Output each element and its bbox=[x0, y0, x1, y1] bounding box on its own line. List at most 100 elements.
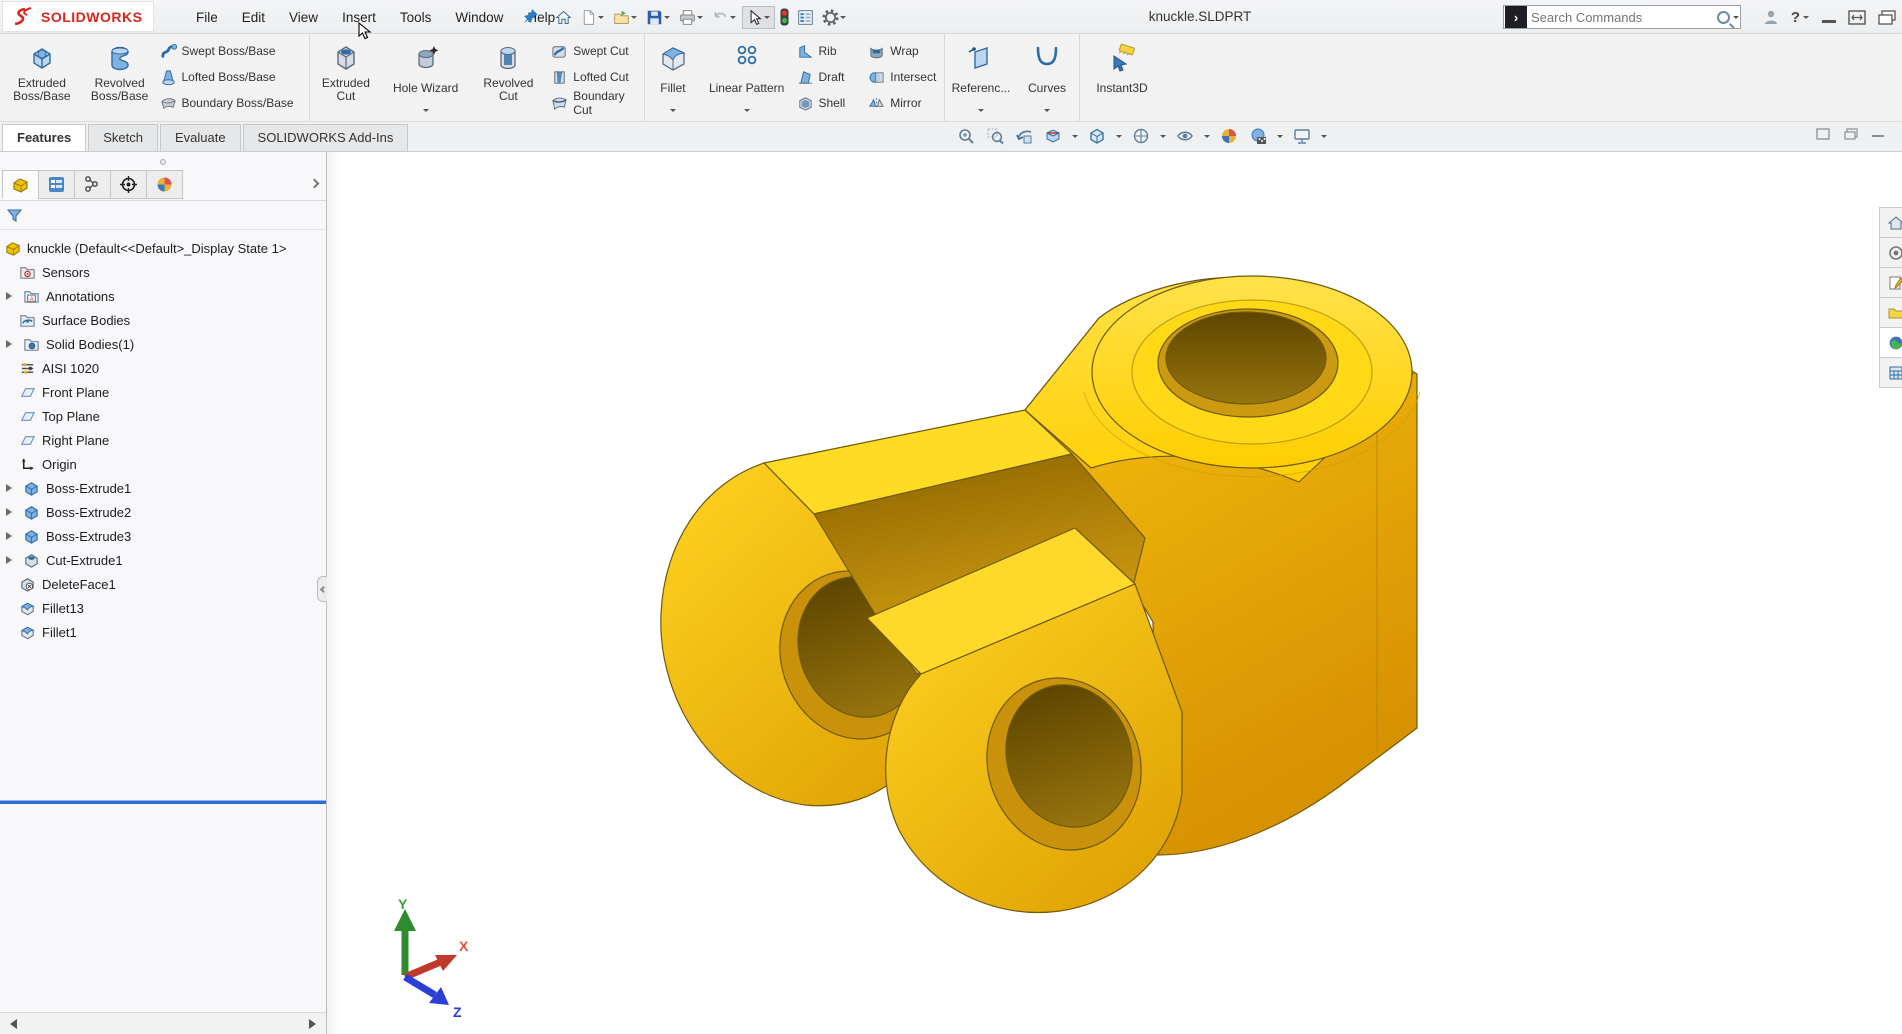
draft-button[interactable]: Draft bbox=[793, 66, 865, 88]
wrap-button[interactable]: Wrap bbox=[864, 40, 944, 62]
taskpane-custom-properties-tab[interactable] bbox=[1879, 357, 1902, 388]
view-settings-icon[interactable] bbox=[1291, 125, 1313, 147]
curves-button[interactable]: Curves bbox=[1017, 34, 1077, 122]
hide-show-items-dropdown[interactable] bbox=[1204, 135, 1210, 141]
hole-wizard-dropdown[interactable] bbox=[423, 109, 429, 115]
sign-in-icon[interactable] bbox=[1763, 9, 1779, 25]
home-button[interactable] bbox=[552, 7, 575, 28]
linear-pattern-button[interactable]: Linear Pattern bbox=[701, 34, 793, 122]
section-view-dropdown[interactable] bbox=[1072, 135, 1078, 141]
search-icon[interactable] bbox=[1717, 11, 1730, 24]
taskpane-resources-tab[interactable] bbox=[1879, 237, 1902, 268]
lofted-boss-base-button[interactable]: Lofted Boss/Base bbox=[156, 66, 310, 88]
displaymanager-tab[interactable] bbox=[146, 170, 183, 199]
menu-edit[interactable]: Edit bbox=[232, 6, 275, 29]
taskpane-home-tab[interactable] bbox=[1879, 207, 1902, 238]
fillet-button[interactable]: Fillet bbox=[645, 34, 701, 122]
scroll-left-arrow[interactable] bbox=[5, 1019, 17, 1029]
featuremanager-tab[interactable] bbox=[2, 170, 39, 199]
tree-item-surface-bodies[interactable]: Surface Bodies bbox=[0, 308, 326, 332]
extruded-boss-base-button[interactable]: ExtrudedBoss/Base bbox=[0, 34, 84, 122]
instant3d-button[interactable]: Instant3D bbox=[1080, 34, 1164, 122]
apply-scene-dropdown[interactable] bbox=[1277, 135, 1283, 141]
hide-show-items-icon[interactable] bbox=[1174, 125, 1196, 147]
tree-item-fillet1[interactable]: Fillet1 bbox=[0, 620, 326, 644]
restore-button[interactable] bbox=[1848, 10, 1866, 25]
view-settings-dropdown[interactable] bbox=[1321, 135, 1327, 141]
tree-item-boss-extrude1[interactable]: Boss-Extrude1 bbox=[0, 476, 326, 500]
reference-geometry-button[interactable]: Referenc... bbox=[945, 34, 1017, 122]
scroll-right-arrow[interactable] bbox=[309, 1019, 321, 1029]
taskpane-file-explorer-tab[interactable] bbox=[1879, 297, 1902, 328]
revolved-cut-button[interactable]: RevolvedCut bbox=[470, 34, 548, 122]
pin-icon[interactable] bbox=[523, 8, 539, 29]
display-style-dropdown[interactable] bbox=[1160, 135, 1166, 141]
section-view-icon[interactable] bbox=[1042, 125, 1064, 147]
mirror-button[interactable]: Mirror bbox=[864, 92, 944, 114]
previous-view-icon[interactable] bbox=[1013, 125, 1035, 147]
tree-item-origin[interactable]: Origin bbox=[0, 452, 326, 476]
tree-item-annotations[interactable]: AAnnotations bbox=[0, 284, 326, 308]
tree-item-boss-extrude3[interactable]: Boss-Extrude3 bbox=[0, 524, 326, 548]
display-pane-button[interactable] bbox=[794, 7, 817, 28]
hole-wizard-button[interactable]: Hole Wizard bbox=[382, 34, 470, 122]
view-orientation-dropdown[interactable] bbox=[1116, 135, 1122, 141]
undo-button[interactable] bbox=[709, 7, 740, 28]
model-knuckle[interactable] bbox=[327, 152, 1902, 1034]
apply-scene-icon[interactable] bbox=[1247, 125, 1269, 147]
new-document-button[interactable] bbox=[577, 7, 608, 28]
reference-geometry-dropdown[interactable] bbox=[978, 109, 984, 115]
tree-item-fillet13[interactable]: Fillet13 bbox=[0, 596, 326, 620]
tab-solidworks-add-ins[interactable]: SOLIDWORKS Add-Ins bbox=[243, 124, 409, 151]
help-button[interactable]: ? bbox=[1791, 9, 1810, 26]
tree-root-knuckle[interactable]: knuckle (Default<<Default>_Display State… bbox=[0, 236, 326, 260]
view-orientation-icon[interactable] bbox=[1086, 125, 1108, 147]
swept-boss-base-button[interactable]: Swept Boss/Base bbox=[156, 40, 310, 62]
menu-file[interactable]: File bbox=[186, 6, 228, 29]
search-input[interactable] bbox=[1531, 10, 1717, 25]
save-button[interactable] bbox=[643, 7, 674, 28]
panel-collapse-tab[interactable] bbox=[317, 576, 327, 602]
configurationmanager-tab[interactable] bbox=[74, 170, 111, 199]
dimxpertmanager-tab[interactable] bbox=[110, 170, 147, 199]
curves-dropdown[interactable] bbox=[1044, 109, 1050, 115]
search-scope-icon[interactable]: › bbox=[1505, 6, 1527, 28]
tab-evaluate[interactable]: Evaluate bbox=[160, 124, 241, 151]
propertymanager-tab[interactable] bbox=[38, 170, 75, 199]
menu-window[interactable]: Window bbox=[445, 6, 513, 29]
tab-features[interactable]: Features bbox=[2, 124, 86, 151]
display-style-icon[interactable] bbox=[1130, 125, 1152, 147]
doc-minimize-icon[interactable] bbox=[1872, 135, 1884, 138]
tree-item-deleteface1[interactable]: DeleteFace1 bbox=[0, 572, 326, 596]
edit-appearance-icon[interactable] bbox=[1218, 125, 1240, 147]
boundary-cut-button[interactable]: Boundary Cut bbox=[547, 92, 644, 114]
doc-restore-icon[interactable] bbox=[1816, 128, 1830, 140]
panel-splitter-handle[interactable] bbox=[160, 159, 166, 165]
swept-cut-button[interactable]: Swept Cut bbox=[547, 40, 644, 62]
filter-funnel-icon[interactable] bbox=[6, 207, 23, 224]
fillet-dropdown[interactable] bbox=[670, 109, 676, 115]
taskpane-design-library-tab[interactable] bbox=[1879, 267, 1902, 298]
rib-button[interactable]: Rib bbox=[793, 40, 865, 62]
intersect-button[interactable]: Intersect bbox=[864, 66, 944, 88]
performance-lights-icon[interactable] bbox=[777, 6, 792, 28]
open-button[interactable] bbox=[610, 7, 641, 28]
menu-view[interactable]: View bbox=[279, 6, 328, 29]
linear-pattern-dropdown[interactable] bbox=[744, 109, 750, 115]
viewport-canvas[interactable]: Y X Z bbox=[327, 152, 1902, 1034]
search-dropdown-caret[interactable] bbox=[1733, 16, 1739, 22]
panel-flyout-chevron[interactable] bbox=[311, 174, 318, 191]
shell-button[interactable]: Shell bbox=[793, 92, 865, 114]
tree-item-top-plane[interactable]: Top Plane bbox=[0, 404, 326, 428]
extruded-cut-button[interactable]: ExtrudedCut bbox=[310, 34, 382, 122]
options-gear-button[interactable] bbox=[819, 7, 850, 28]
taskpane-appearances-tab[interactable] bbox=[1879, 327, 1902, 358]
cascade-windows-button[interactable] bbox=[1878, 10, 1896, 25]
tree-item-right-plane[interactable]: Right Plane bbox=[0, 428, 326, 452]
doc-new-window-icon[interactable] bbox=[1844, 128, 1858, 140]
tree-item-boss-extrude2[interactable]: Boss-Extrude2 bbox=[0, 500, 326, 524]
print-button[interactable] bbox=[676, 7, 707, 28]
tree-item-solid-bodies[interactable]: Solid Bodies(1) bbox=[0, 332, 326, 356]
menu-tools[interactable]: Tools bbox=[390, 6, 442, 29]
tree-item-sensors[interactable]: Sensors bbox=[0, 260, 326, 284]
